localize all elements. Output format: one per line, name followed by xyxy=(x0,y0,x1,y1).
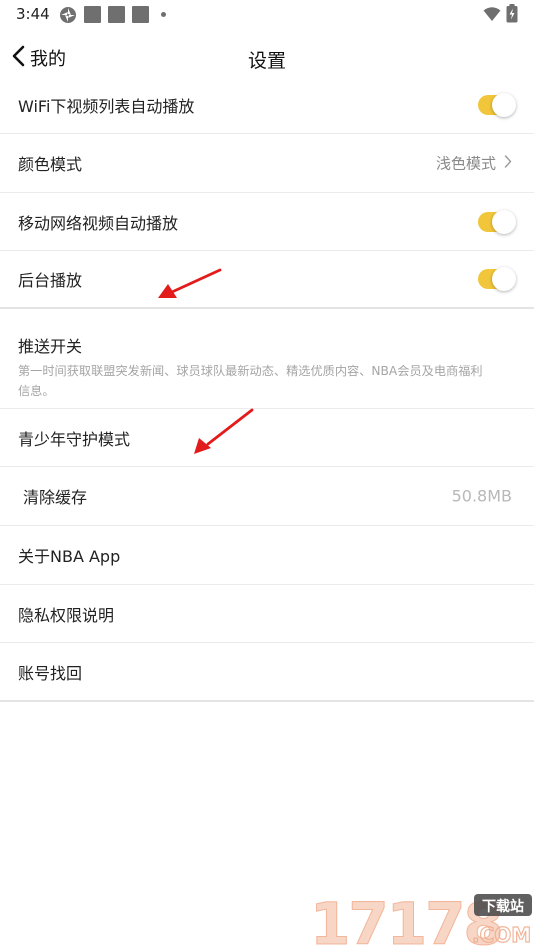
more-notifications-icon xyxy=(161,12,166,17)
setting-row-background-play: 后台播放 xyxy=(0,251,534,309)
setting-row-privacy[interactable]: 隐私权限说明 xyxy=(0,585,534,643)
app-notification-icon xyxy=(59,6,77,28)
setting-row-wifi-autoplay: WiFi下视频列表自动播放 xyxy=(0,76,534,134)
setting-label: 青少年守护模式 xyxy=(18,429,131,449)
notification-icon xyxy=(108,6,125,23)
cache-size-value: 50.8MB xyxy=(451,486,512,506)
setting-row-mobile-autoplay: 移动网络视频自动播放 xyxy=(0,193,534,251)
setting-label: 隐私权限说明 xyxy=(18,605,115,625)
wifi-icon xyxy=(483,6,501,26)
setting-row-color-mode[interactable]: 颜色模式 浅色模式 xyxy=(0,134,534,193)
setting-label: WiFi下视频列表自动播放 xyxy=(18,96,195,116)
svg-text:.COM: .COM xyxy=(472,923,531,947)
push-description: 第一时间获取联盟突发新闻、球员球队最新动态、精选优质内容、NBA会员及电商福利信… xyxy=(18,364,483,398)
notification-icon xyxy=(132,6,149,23)
setting-label: 移动网络视频自动播放 xyxy=(18,213,179,233)
chevron-right-icon xyxy=(504,154,512,173)
annotation-arrow-icon xyxy=(158,268,222,298)
status-bar: 3:44 xyxy=(0,0,534,28)
setting-row-push[interactable]: 推送开关 第一时间获取联盟突发新闻、球员球队最新动态、精选优质内容、NBA会员及… xyxy=(0,309,534,409)
annotation-arrow-icon xyxy=(194,408,254,454)
setting-row-about[interactable]: 关于NBA App xyxy=(0,526,534,585)
toggle-knob xyxy=(492,209,516,234)
status-time: 3:44 xyxy=(16,5,50,23)
setting-label: 后台播放 xyxy=(18,271,83,290)
setting-row-clear-cache[interactable]: 清除缓存 50.8MB xyxy=(0,467,534,526)
notification-icon xyxy=(84,6,101,23)
setting-label: 账号找回 xyxy=(18,663,83,683)
toggle-knob xyxy=(492,92,516,117)
settings-list: WiFi下视频列表自动播放 颜色模式 浅色模式 移动网络视频自动播放 后台播放 … xyxy=(0,76,534,702)
setting-label: 清除缓存 xyxy=(23,488,88,507)
mobile-autoplay-toggle[interactable] xyxy=(478,209,516,234)
page-title: 设置 xyxy=(247,50,286,72)
color-mode-value: 浅色模式 xyxy=(435,154,496,173)
setting-row-account-recovery[interactable]: 账号找回 xyxy=(0,643,534,702)
svg-text:下载站: 下载站 xyxy=(482,898,524,915)
battery-icon xyxy=(506,4,518,27)
background-play-toggle[interactable] xyxy=(478,267,516,291)
setting-label: 关于NBA App xyxy=(18,547,121,566)
setting-label: 推送开关 xyxy=(18,337,83,356)
toggle-knob xyxy=(492,267,516,291)
wifi-autoplay-toggle[interactable] xyxy=(478,92,516,117)
setting-row-youth-mode[interactable]: 青少年守护模式 xyxy=(0,409,534,467)
setting-label: 颜色模式 xyxy=(18,155,83,174)
site-watermark-logo: 17178 下载站 .COM xyxy=(310,888,532,950)
